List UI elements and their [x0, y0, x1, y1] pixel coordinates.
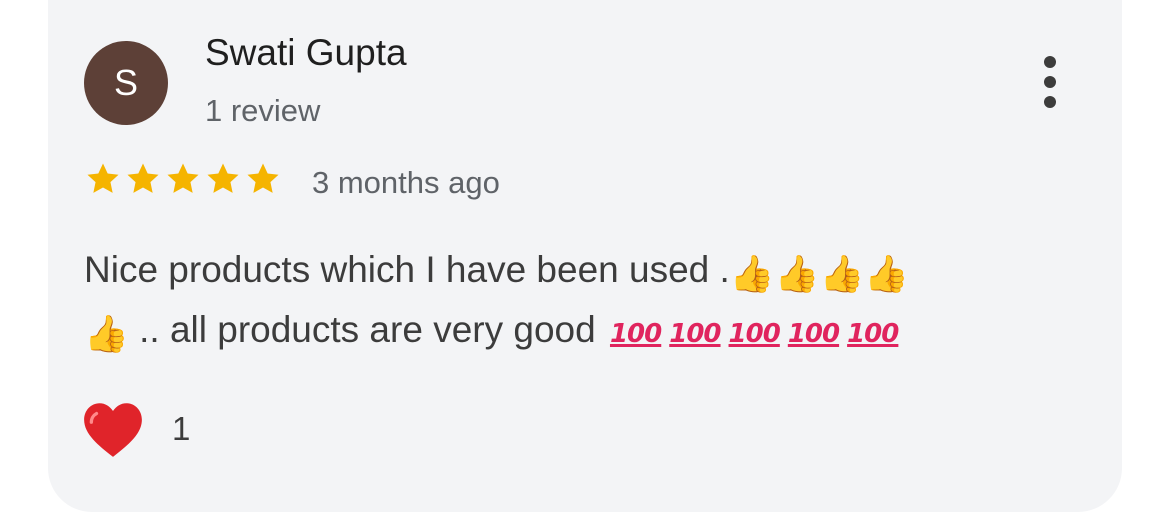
more-vertical-icon-dot [1044, 76, 1056, 88]
thumbs-up-icon: 👍 [84, 313, 129, 354]
hundred-points-icon: 100 [728, 319, 781, 349]
hundred-points-icon: 100 [847, 319, 899, 349]
thumbs-up-icon: 👍 [774, 253, 820, 294]
hundred-points-icon: 100 [787, 319, 840, 349]
star-rating [84, 160, 282, 198]
author-name[interactable]: Swati Gupta [205, 32, 407, 74]
hundred-points-icon: 100 [669, 319, 721, 349]
heart-icon [84, 403, 142, 457]
star-icon [87, 163, 119, 193]
review-text-part2: .. all products are very good [128, 309, 606, 350]
hundred-points-icon: 100 [609, 319, 662, 349]
review-text-part1: Nice products which I have been used . [84, 249, 730, 290]
thumbs-up-icon: 👍 [729, 253, 775, 294]
star-icon [247, 163, 279, 193]
thumbs-up-icon: 👍 [819, 253, 865, 294]
thumbs-up-icon: 👍 [864, 253, 910, 294]
reaction-count: 1 [172, 410, 191, 447]
review-text: Nice products which I have been used .👍👍… [84, 240, 1084, 364]
avatar-initial: S [113, 62, 138, 103]
more-vertical-icon [1044, 56, 1056, 68]
avatar[interactable]: S [84, 41, 168, 125]
author-review-count: 1 review [205, 93, 321, 128]
star-icon [167, 163, 199, 193]
more-options-button[interactable] [1028, 52, 1072, 112]
more-vertical-icon-dot [1044, 96, 1056, 108]
review-timestamp: 3 months ago [312, 165, 500, 200]
like-reaction-button[interactable]: 1 [80, 398, 190, 460]
star-icon [127, 163, 159, 193]
star-icon [207, 163, 239, 193]
